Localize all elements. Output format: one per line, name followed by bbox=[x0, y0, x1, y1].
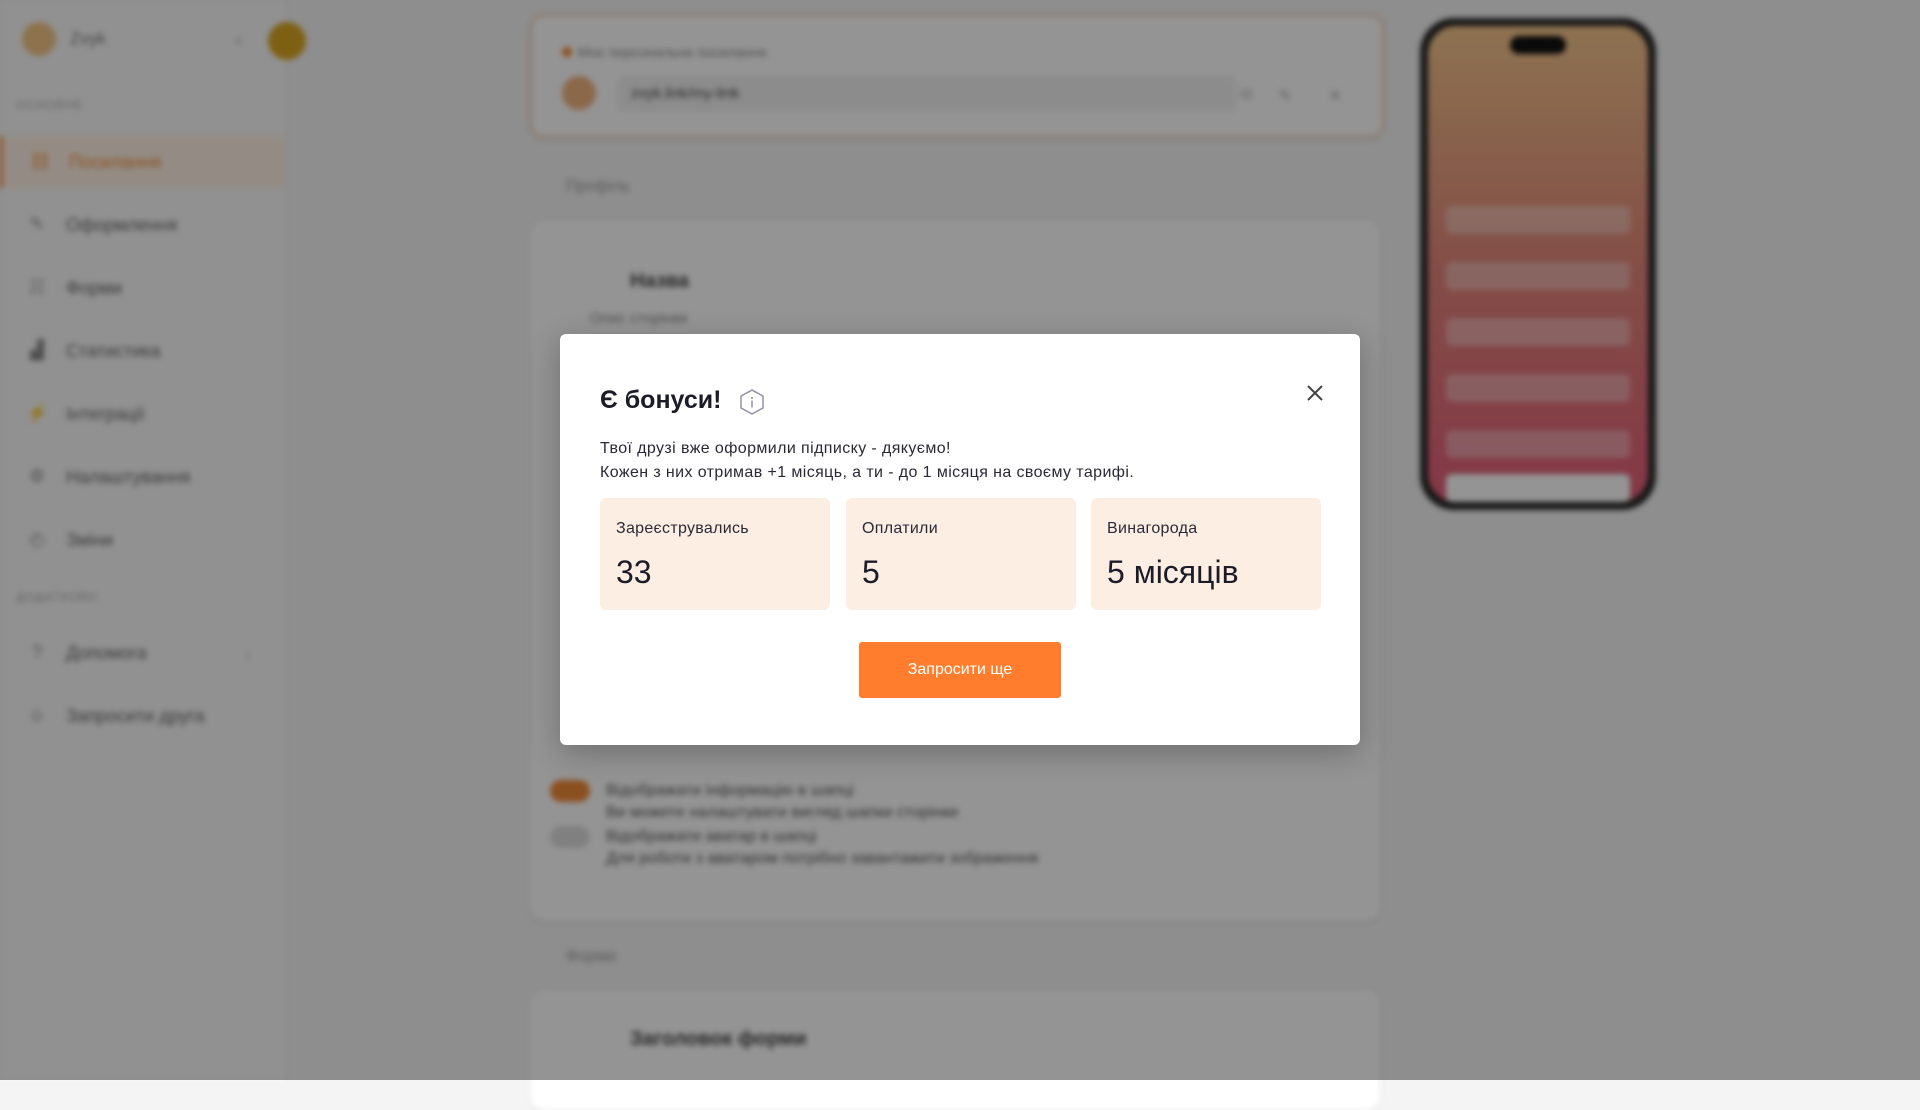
stat-reward: Винагорода 5 місяців bbox=[1091, 498, 1321, 610]
stat-paid: Оплатили 5 bbox=[846, 498, 1076, 610]
stat-value: 5 місяців bbox=[1107, 554, 1239, 590]
stat-label: Зареєструвались bbox=[616, 520, 749, 537]
stat-label: Оплатили bbox=[862, 520, 938, 537]
stat-registered: Зареєструвались 33 bbox=[600, 498, 830, 610]
invite-more-button[interactable]: Запросити ще bbox=[859, 642, 1061, 698]
bonus-modal: Є бонуси! Твої друзі вже оформили підпис… bbox=[560, 334, 1360, 745]
modal-description: Твої друзі вже оформили підписку - дякує… bbox=[600, 437, 1134, 485]
info-icon[interactable] bbox=[738, 388, 766, 416]
stat-value: 33 bbox=[616, 554, 652, 590]
close-icon[interactable] bbox=[1298, 376, 1332, 410]
modal-title: Є бонуси! bbox=[600, 386, 722, 414]
stat-label: Винагорода bbox=[1107, 520, 1198, 537]
modal-line-2: Кожен з них отримав +1 місяць, а ти - до… bbox=[600, 464, 1135, 481]
stat-value: 5 bbox=[862, 554, 880, 590]
modal-line-1: Твої друзі вже оформили підписку - дякує… bbox=[600, 440, 951, 457]
